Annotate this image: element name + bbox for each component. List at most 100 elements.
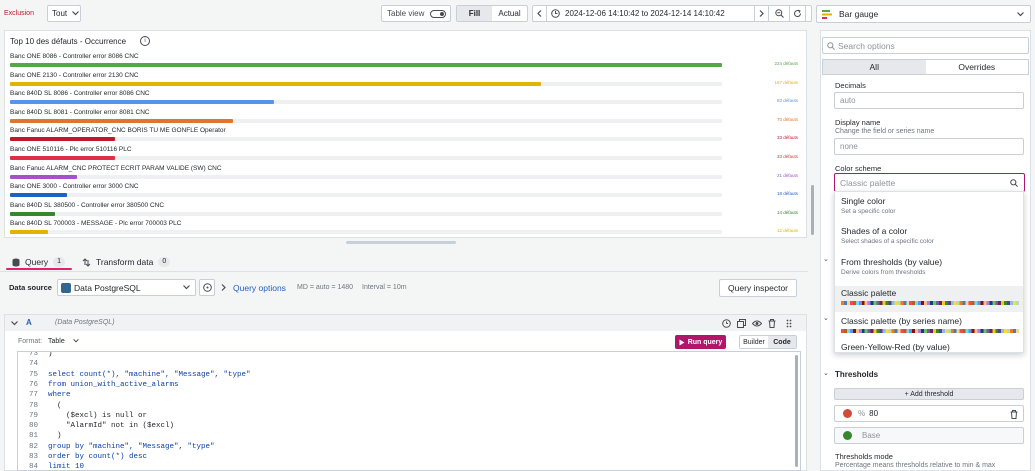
code-option[interactable]: Code: [768, 336, 796, 348]
gauge-track: [10, 193, 722, 198]
threshold-base-row[interactable]: Base: [834, 427, 1024, 444]
chevron-down-icon[interactable]: ⌄: [823, 369, 829, 377]
color-scheme-option[interactable]: Classic palette (by series name): [835, 316, 1023, 342]
gauge-bar: [10, 174, 77, 179]
time-range-display[interactable]: 2024-12-06 14:10:42 to 2024-12-14 14:10:…: [547, 6, 755, 21]
line-number: 77: [28, 391, 38, 400]
gauge-track: [10, 156, 722, 160]
code-line[interactable]: (: [48, 402, 62, 410]
code-line[interactable]: where: [48, 391, 71, 399]
code-line[interactable]: "AlarmId" not in ($excl): [48, 422, 174, 430]
color-scheme-option[interactable]: Classic palette: [835, 286, 1023, 312]
code-line[interactable]: limit 10: [48, 463, 84, 470]
gauge-value: 14 défauts: [776, 209, 798, 215]
thresholds-mode-desc: Percentage means thresholds relative to …: [835, 462, 996, 469]
color-scheme-value: Classic palette: [840, 177, 896, 188]
copy-icon[interactable]: [737, 319, 746, 328]
gauge-bar: [10, 118, 233, 123]
add-threshold-button[interactable]: + Add threshold: [834, 388, 1024, 400]
color-scheme-option[interactable]: From thresholds (by value) Derive colors …: [835, 257, 1023, 283]
threshold-color-swatch[interactable]: [843, 409, 852, 418]
visualization-name: Bar gauge: [839, 9, 879, 19]
transform-icon: [82, 257, 91, 267]
line-number: 74: [28, 360, 38, 369]
thresholds-section-title[interactable]: Thresholds: [835, 370, 878, 379]
gauge-label: Banc ONE 8086 - Controller error 8086 CN…: [10, 53, 139, 60]
actual-option[interactable]: Actual: [492, 6, 527, 21]
chevron-down-icon[interactable]: [11, 321, 18, 326]
display-name-desc: Change the field or series name: [835, 128, 935, 135]
code-line[interactable]: select count(*), "machine", "Message", "…: [48, 371, 251, 379]
display-name-input[interactable]: none: [834, 138, 1024, 155]
search-placeholder: Search options: [838, 40, 895, 51]
editor-mode-switch[interactable]: Builder Code: [739, 335, 797, 349]
code-editor[interactable]: 73) 74 75 select count(*), "machine", "Mess…: [17, 351, 801, 471]
option-title: Shades of a color: [841, 226, 908, 236]
tab-transform[interactable]: Transform data 0: [82, 253, 171, 271]
gauge-track: [10, 81, 722, 86]
pane-splitter[interactable]: [346, 241, 456, 244]
display-name-label: Display name: [835, 118, 881, 127]
eye-icon[interactable]: [752, 319, 762, 328]
line-number: 80: [28, 422, 38, 431]
time-back-button[interactable]: [533, 6, 547, 21]
tab-overrides[interactable]: Overrides: [926, 60, 1029, 74]
toggle-switch[interactable]: [430, 10, 446, 18]
format-select[interactable]: Table: [48, 338, 79, 345]
zoom-out-button[interactable]: [769, 6, 789, 21]
query-options-toggle[interactable]: Query options: [221, 279, 286, 296]
chevron-down-icon[interactable]: ⌄: [823, 255, 829, 263]
color-scheme-option[interactable]: Single color Set a specific color: [835, 196, 1023, 222]
thresholds-mode-label: Thresholds mode: [835, 452, 893, 461]
chevron-down-icon: [183, 285, 190, 290]
help-icon[interactable]: [722, 319, 731, 328]
query-count-badge: 1: [53, 257, 66, 267]
color-scheme-select[interactable]: Classic palette: [834, 173, 1025, 192]
options-filter-tabs[interactable]: All Overrides: [822, 59, 1029, 75]
visualization-picker[interactable]: Bar gauge: [816, 5, 1031, 23]
color-scheme-option[interactable]: Shades of a color Select shades of a spec…: [835, 226, 1023, 252]
tout-select[interactable]: Tout: [47, 5, 81, 22]
threshold-row[interactable]: % 80: [834, 405, 1024, 422]
gauge-value: 18 défauts: [776, 191, 798, 197]
time-forward-button[interactable]: [755, 6, 769, 21]
drag-handle-icon[interactable]: [786, 319, 792, 328]
refresh-button[interactable]: [789, 5, 806, 22]
code-line[interactable]: ($excl) is null or: [48, 412, 147, 420]
threshold-color-swatch[interactable]: [843, 431, 852, 440]
datasource-select[interactable]: Data PostgreSQL: [57, 279, 196, 296]
chevron-down-icon[interactable]: ⌄: [823, 314, 829, 322]
fill-actual-switch[interactable]: Fill Actual: [456, 5, 528, 22]
editor-scrollbar[interactable]: [795, 355, 798, 467]
code-line[interactable]: ): [48, 352, 53, 358]
builder-option[interactable]: Builder: [740, 336, 768, 348]
query-inspector-button[interactable]: Query inspector: [719, 279, 797, 297]
code-line[interactable]: group by "machine", "Message", "type": [48, 443, 215, 451]
threshold-value[interactable]: 80: [869, 409, 878, 418]
gauge-bar: [10, 230, 49, 235]
panel-scrollbar[interactable]: [811, 185, 814, 235]
tab-all[interactable]: All: [823, 60, 926, 74]
search-options-input[interactable]: Search options: [822, 37, 1029, 54]
table-view-toggle[interactable]: Table view: [381, 5, 451, 22]
query-options-label: Query options: [233, 282, 286, 293]
fill-option[interactable]: Fill: [457, 6, 492, 21]
query-ref-id[interactable]: A: [26, 318, 32, 327]
code-line[interactable]: ): [48, 432, 62, 440]
gauge-label: Banc ONE 2130 - Controller error 2130 CN…: [10, 71, 139, 79]
code-line[interactable]: from union_with_active_alarms: [48, 381, 179, 389]
option-title: Single color: [841, 196, 886, 206]
tab-transform-label: Transform data: [96, 257, 154, 267]
color-scheme-option[interactable]: Green-Yellow-Red (by value): [835, 342, 1023, 352]
gauge-label: Banc Fanuc ALARM_CNC PROTECT ECRIT PARAM…: [10, 164, 222, 172]
trash-icon[interactable]: [768, 319, 776, 328]
info-icon[interactable]: i: [140, 36, 150, 46]
decimals-input[interactable]: auto: [834, 92, 1024, 109]
time-range-picker[interactable]: 2024-12-06 14:10:42 to 2024-12-14 14:10:…: [532, 5, 812, 22]
trash-icon[interactable]: [1010, 410, 1018, 419]
run-query-button[interactable]: Run query: [675, 335, 726, 349]
code-line[interactable]: order by count(*) desc: [48, 453, 147, 461]
datasource-help-button[interactable]: [199, 279, 215, 296]
gauge-bar: [10, 81, 541, 86]
option-title: Classic palette (by series name): [841, 316, 962, 326]
